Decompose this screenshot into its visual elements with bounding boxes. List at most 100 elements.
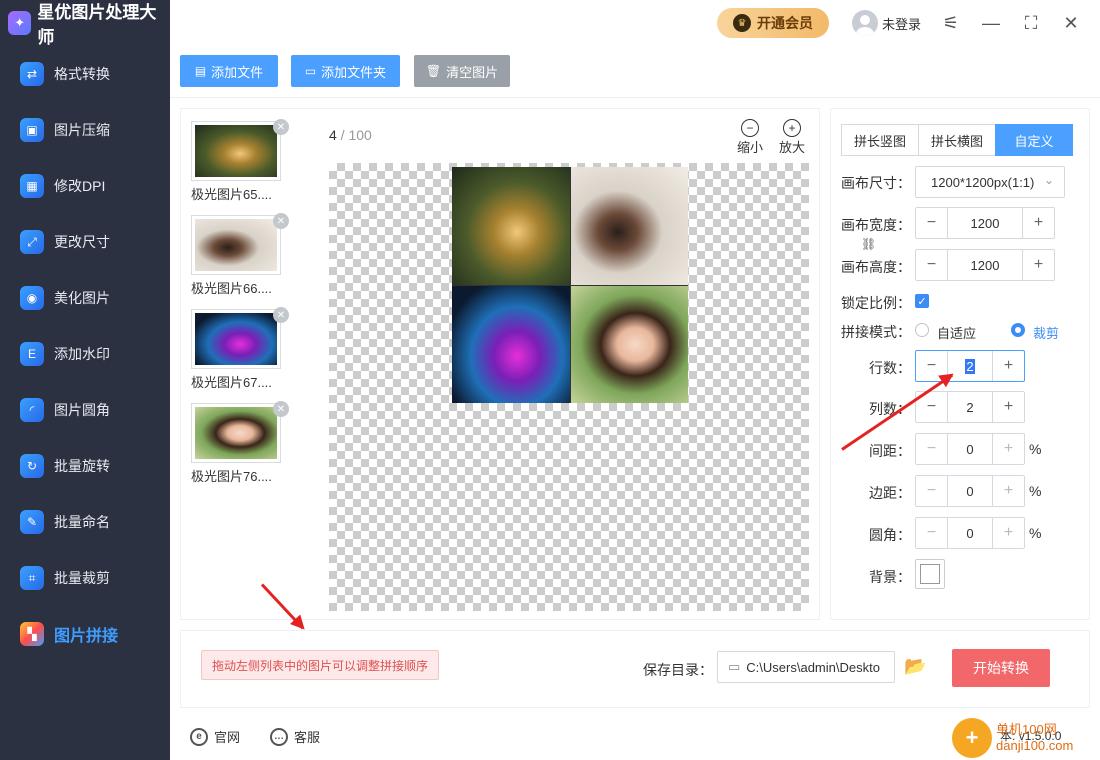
- radio-crop-label[interactable]: 裁剪: [1033, 323, 1059, 342]
- add-file-button[interactable]: ▤ 添加文件: [180, 55, 278, 87]
- collage-tile: [570, 167, 688, 285]
- rotate-icon: ↻: [20, 454, 44, 478]
- support-link[interactable]: … 客服: [270, 727, 320, 746]
- tab-long-vertical[interactable]: 拼长竖图: [841, 124, 919, 156]
- remove-icon[interactable]: ✕: [273, 213, 289, 229]
- beautify-icon: ◉: [20, 286, 44, 310]
- link-icon[interactable]: ⛓: [861, 237, 876, 251]
- sidebar-item-stitch[interactable]: ▚ 图片拼接: [0, 606, 170, 662]
- sidebar-item-compress[interactable]: ▣ 图片压缩: [0, 102, 170, 158]
- increment-button[interactable]: +: [992, 476, 1024, 506]
- increment-button[interactable]: +: [992, 392, 1024, 422]
- increment-button[interactable]: +: [992, 434, 1024, 464]
- cols-value[interactable]: 2: [948, 392, 992, 422]
- decrement-button[interactable]: −: [916, 434, 948, 464]
- increment-button[interactable]: +: [1022, 250, 1054, 280]
- avatar-icon: [852, 10, 878, 36]
- sidebar-item-resize[interactable]: ⤢ 更改尺寸: [0, 214, 170, 270]
- increment-button[interactable]: +: [1022, 208, 1054, 238]
- start-convert-button[interactable]: 开始转换: [952, 649, 1050, 687]
- official-site-link[interactable]: e 官网: [190, 727, 240, 746]
- zoom-out-label: 缩小: [737, 140, 764, 155]
- app-title: 星优图片处理大师: [37, 3, 157, 47]
- support-label: 客服: [294, 730, 321, 745]
- open-folder-icon[interactable]: 📂: [904, 656, 926, 677]
- canvas-width-stepper[interactable]: − 1200 +: [915, 207, 1055, 239]
- file-name: 极光图片66....: [191, 281, 272, 296]
- stitched-image: [452, 167, 688, 403]
- radio-adaptive[interactable]: [915, 323, 929, 337]
- radio-adaptive-label[interactable]: 自适应: [937, 323, 976, 342]
- decrement-button[interactable]: −: [916, 476, 948, 506]
- decrement-button[interactable]: −: [916, 518, 948, 548]
- save-path-input[interactable]: ▭ C:\Users\admin\Deskto: [717, 651, 895, 683]
- sidebar-item-beautify[interactable]: ◉ 美化图片: [0, 270, 170, 326]
- zoom-in-button[interactable]: + 放大: [779, 119, 805, 156]
- maximize-icon[interactable]: ⛶: [1020, 12, 1042, 34]
- lock-ratio-checkbox[interactable]: ✓: [915, 294, 929, 308]
- sidebar-item-round-corner[interactable]: ◜ 图片圆角: [0, 382, 170, 438]
- margin-stepper[interactable]: − 0 +: [915, 475, 1025, 507]
- tab-custom[interactable]: 自定义: [995, 124, 1073, 156]
- sidebar-item-dpi[interactable]: ▦ 修改DPI: [0, 158, 170, 214]
- user-account[interactable]: 未登录: [852, 10, 921, 36]
- remove-icon[interactable]: ✕: [273, 401, 289, 417]
- sidebar-item-rename[interactable]: ✎ 批量命名: [0, 494, 170, 550]
- file-item[interactable]: ✕ 极光图片66....: [191, 213, 289, 297]
- vip-label: 开通会员: [757, 15, 813, 31]
- radio-crop[interactable]: [1011, 323, 1025, 337]
- percent-unit: %: [1029, 525, 1042, 541]
- sidebar-item-crop[interactable]: ⌗ 批量裁剪: [0, 550, 170, 606]
- clear-images-label: 清空图片: [446, 64, 499, 80]
- file-item[interactable]: ✕ 极光图片67....: [191, 307, 289, 391]
- background-color-picker[interactable]: [915, 559, 945, 589]
- file-thumbnail: [191, 121, 281, 181]
- percent-unit: %: [1029, 441, 1042, 457]
- drag-hint: 拖动左侧列表中的图片可以调整拼接顺序: [201, 650, 439, 680]
- margin-label: 边距：: [869, 485, 911, 501]
- sidebar-item-rotate[interactable]: ↻ 批量旋转: [0, 438, 170, 494]
- sidebar-item-label: 批量裁剪: [54, 570, 110, 586]
- format-convert-icon: ⇄: [20, 62, 44, 86]
- spacing-stepper[interactable]: − 0 +: [915, 433, 1025, 465]
- settings-sliders-icon[interactable]: ⚟: [940, 12, 962, 34]
- cols-stepper[interactable]: − 2 +: [915, 391, 1025, 423]
- sidebar-item-watermark[interactable]: E 添加水印: [0, 326, 170, 382]
- zoom-in-label: 放大: [779, 140, 806, 155]
- canvas-width-value[interactable]: 1200: [948, 208, 1022, 238]
- decrement-button[interactable]: −: [916, 208, 948, 238]
- increment-button[interactable]: +: [992, 518, 1024, 548]
- file-item[interactable]: ✕ 极光图片76....: [191, 401, 289, 485]
- margin-value[interactable]: 0: [948, 476, 992, 506]
- canvas-size-select[interactable]: 1200*1200px(1:1) ⌄: [915, 166, 1065, 198]
- canvas-width-label: 画布宽度：: [841, 217, 911, 233]
- color-swatch: [920, 564, 940, 584]
- file-name: 极光图片67....: [191, 375, 272, 390]
- sidebar-item-label: 修改DPI: [54, 178, 106, 194]
- clear-images-button[interactable]: 🗑 清空图片: [414, 55, 510, 87]
- file-item[interactable]: ✕ 极光图片65....: [191, 119, 289, 203]
- preview-canvas[interactable]: [329, 163, 809, 611]
- rows-stepper[interactable]: − 2 +: [915, 350, 1025, 382]
- corner-stepper[interactable]: − 0 +: [915, 517, 1025, 549]
- sidebar-item-format-convert[interactable]: ⇄ 格式转换: [0, 46, 170, 102]
- corner-value[interactable]: 0: [948, 518, 992, 548]
- file-thumbnail: [191, 403, 281, 463]
- decrement-button[interactable]: −: [916, 250, 948, 280]
- vip-button[interactable]: ♛ 开通会员: [717, 8, 829, 38]
- collage-tile: [452, 167, 570, 285]
- tab-long-horizontal[interactable]: 拼长横图: [918, 124, 996, 156]
- canvas-height-stepper[interactable]: − 1200 +: [915, 249, 1055, 281]
- close-icon[interactable]: ✕: [1060, 12, 1082, 34]
- chat-icon: …: [270, 727, 288, 746]
- spacing-value[interactable]: 0: [948, 434, 992, 464]
- canvas-height-value[interactable]: 1200: [948, 250, 1022, 280]
- remove-icon[interactable]: ✕: [273, 119, 289, 135]
- sidebar-item-label: 图片拼接: [54, 628, 119, 645]
- sidebar-item-label: 批量命名: [54, 514, 110, 530]
- zoom-out-button[interactable]: − 缩小: [737, 119, 763, 156]
- increment-button[interactable]: +: [992, 351, 1024, 381]
- remove-icon[interactable]: ✕: [273, 307, 289, 323]
- minimize-icon[interactable]: —: [980, 12, 1002, 34]
- add-folder-button[interactable]: ▭ 添加文件夹: [291, 55, 400, 87]
